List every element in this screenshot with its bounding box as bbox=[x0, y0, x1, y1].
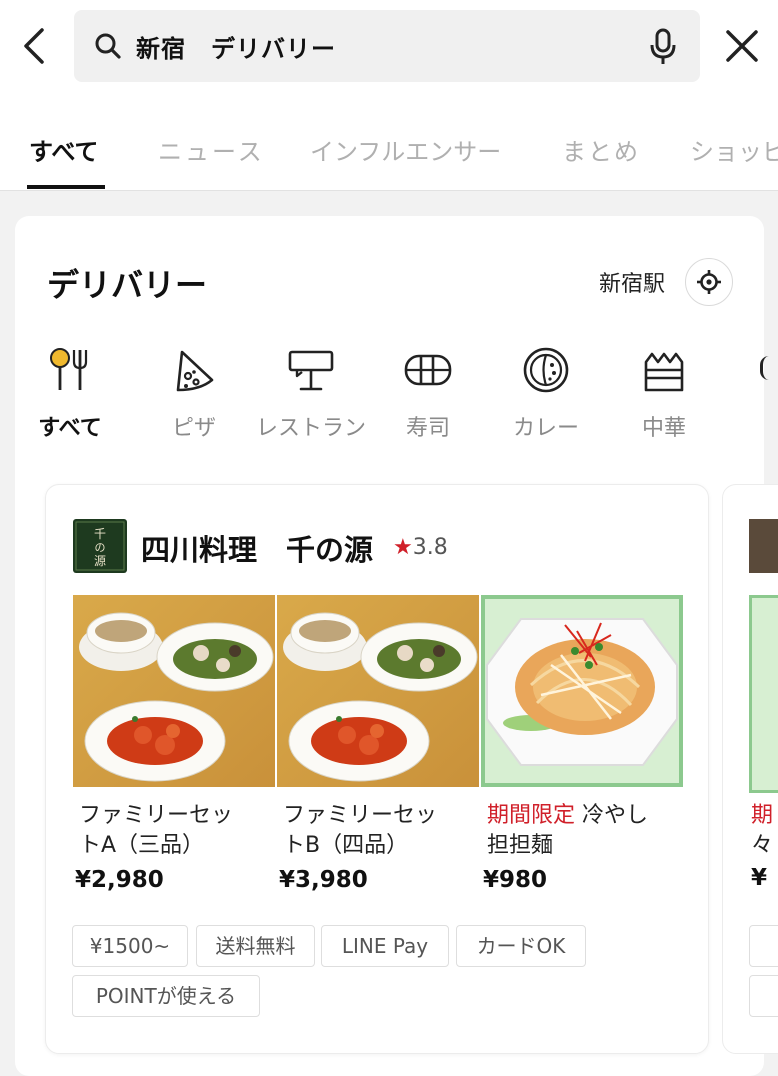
next-menu-text: 々 bbox=[751, 833, 774, 858]
chinese-food-icon bbox=[644, 352, 684, 392]
search-query[interactable]: 新宿 デリバリー bbox=[136, 29, 336, 64]
sushi-icon bbox=[404, 354, 452, 386]
curry-icon bbox=[523, 347, 569, 393]
tab-all[interactable]: すべて bbox=[29, 132, 98, 167]
tab-news[interactable]: ニュース bbox=[158, 132, 265, 167]
delivery-card: デリバリー 新宿駅 すべて ピザ レストラン 寿司 カレー 中華 千 の 源 四… bbox=[15, 216, 778, 1076]
menu-item[interactable]: ファミリーセッ トB（四品） ¥3,980 bbox=[277, 595, 479, 895]
next-menu-price: ¥ bbox=[751, 865, 768, 891]
next-tag bbox=[749, 925, 778, 967]
next-category-peek bbox=[760, 356, 769, 380]
restaurant-icon bbox=[288, 350, 334, 391]
close-icon bbox=[726, 30, 758, 62]
next-menu-text: 期 bbox=[751, 803, 774, 828]
menu-photo bbox=[277, 595, 479, 787]
search-tabs: すべて ニュース インフルエンサー まとめ ショッピ bbox=[0, 120, 778, 191]
search-icon bbox=[95, 33, 121, 59]
back-button[interactable] bbox=[18, 26, 52, 66]
category-label: カレー bbox=[512, 416, 579, 441]
microphone-icon[interactable] bbox=[648, 26, 678, 66]
menu-price: ¥3,980 bbox=[279, 867, 368, 893]
tag-point: POINTが使える bbox=[72, 975, 260, 1017]
svg-text:源: 源 bbox=[94, 554, 106, 568]
menu-name: ファミリーセッ トB（四品） bbox=[283, 803, 438, 858]
menu-item[interactable]: ファミリーセッ トA（三品） ¥2,980 bbox=[73, 595, 275, 895]
tag-free-shipping: 送料無料 bbox=[196, 925, 315, 967]
station-label[interactable]: 新宿駅 bbox=[599, 266, 665, 298]
category-curry[interactable]: カレー bbox=[491, 346, 601, 446]
category-restaurant[interactable]: レストラン bbox=[256, 346, 366, 446]
next-shop-card-peek[interactable]: 期 々 ¥ bbox=[722, 484, 778, 1054]
menu-price: ¥2,980 bbox=[75, 867, 164, 893]
category-pizza[interactable]: ピザ bbox=[139, 346, 249, 446]
next-menu-photo bbox=[749, 595, 778, 793]
menu-item[interactable]: 期間限定 冷やし 担担麺 ¥980 bbox=[481, 595, 683, 895]
shop-logo: 千 の 源 bbox=[73, 519, 127, 573]
tag-line-pay: LINE Pay bbox=[321, 925, 449, 967]
delivery-title: デリバリー bbox=[47, 266, 208, 304]
promo-label: 期間限定 bbox=[487, 803, 576, 828]
menu-name: 期間限定 冷やし 担担麺 bbox=[487, 803, 649, 858]
category-chinese[interactable]: 中華 bbox=[609, 346, 719, 446]
category-label: 寿司 bbox=[405, 416, 450, 441]
category-sushi[interactable]: 寿司 bbox=[373, 346, 483, 446]
shop-logo-image: 千 の 源 bbox=[75, 521, 125, 571]
search-field[interactable]: 新宿 デリバリー bbox=[74, 10, 700, 82]
next-tag bbox=[749, 975, 778, 1017]
tab-matome[interactable]: まとめ bbox=[562, 132, 640, 167]
top-bar: 新宿 デリバリー すべて ニュース インフルエンサー まとめ ショッピ bbox=[0, 0, 778, 191]
shop-card[interactable]: 千 の 源 四川料理 千の源 ★3.8 ファミリーセッ トA（三品） ¥2,98… bbox=[45, 484, 709, 1054]
tag-min-order: ¥1500~ bbox=[72, 925, 188, 967]
menu-photo bbox=[481, 595, 683, 787]
category-label: レストラン bbox=[256, 416, 367, 441]
menu-name: ファミリーセッ トA（三品） bbox=[79, 803, 234, 858]
shop-rating: ★3.8 bbox=[393, 535, 448, 560]
star-icon: ★ bbox=[393, 535, 413, 560]
svg-text:の: の bbox=[95, 541, 106, 554]
category-label: ピザ bbox=[171, 416, 216, 441]
location-target-icon bbox=[697, 270, 721, 294]
close-button[interactable] bbox=[722, 26, 762, 66]
svg-text:千: 千 bbox=[94, 527, 106, 541]
tab-shopping[interactable]: ショッピ bbox=[690, 132, 778, 167]
active-tab-indicator bbox=[27, 185, 105, 189]
pizza-icon bbox=[176, 350, 214, 392]
menu-price: ¥980 bbox=[483, 867, 548, 893]
tag-card-ok: カードOK bbox=[456, 925, 586, 967]
location-button[interactable] bbox=[685, 258, 733, 306]
next-shop-logo bbox=[749, 519, 778, 573]
fork-knife-icon bbox=[50, 348, 88, 390]
category-label: すべて bbox=[38, 416, 102, 441]
menu-photo bbox=[73, 595, 275, 787]
tab-influencer[interactable]: インフルエンサー bbox=[310, 132, 501, 167]
category-label: 中華 bbox=[641, 416, 686, 441]
category-all[interactable]: すべて bbox=[15, 346, 125, 446]
shop-name[interactable]: 四川料理 千の源 bbox=[141, 527, 373, 569]
chevron-left-icon bbox=[24, 28, 44, 64]
rating-value: 3.8 bbox=[412, 535, 448, 560]
